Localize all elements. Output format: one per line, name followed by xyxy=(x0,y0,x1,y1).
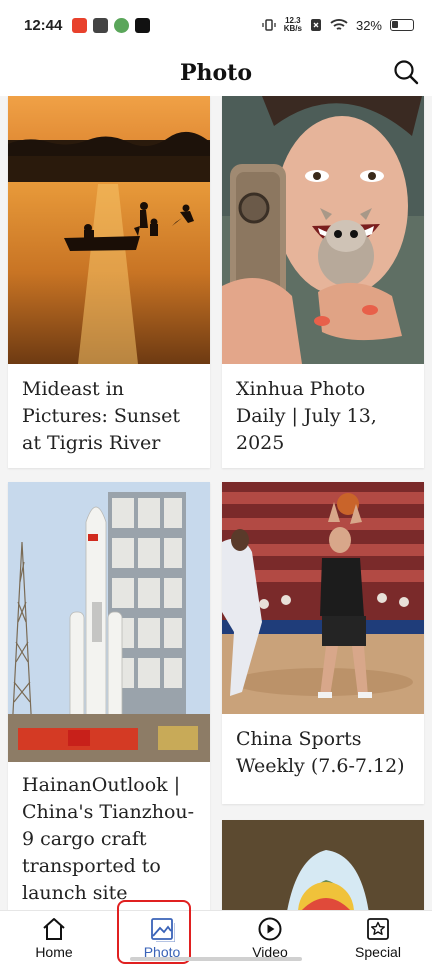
battery-icon xyxy=(390,19,414,31)
rocket-launch-tower-photo xyxy=(8,482,210,762)
notification-icons xyxy=(72,17,151,33)
card-caption: Xinhua Photo Daily | July 13, 2025 xyxy=(236,378,377,454)
basketball-player-photo xyxy=(222,482,424,714)
woman-with-sugar-glider-photo xyxy=(222,96,424,364)
app-notification-icon xyxy=(72,17,88,33)
tiktok-notification-icon xyxy=(135,17,151,33)
card-caption: Mideast in Pictures: Sunset at Tigris Ri… xyxy=(22,378,181,454)
nav-special-label: Special xyxy=(355,943,401,960)
app-notification-icon xyxy=(114,17,130,33)
nav-special[interactable]: Special xyxy=(324,911,432,964)
star-icon xyxy=(367,917,389,940)
nav-home-label: Home xyxy=(35,943,73,960)
photo-card[interactable] xyxy=(222,820,424,910)
battery-percent: 32% xyxy=(355,17,382,33)
system-status: 12.3 KB/s 32% xyxy=(262,17,414,33)
nav-home[interactable]: Home xyxy=(0,911,108,964)
card-caption: China Sports Weekly (7.6-7.12) xyxy=(236,728,405,777)
wifi-icon xyxy=(330,19,348,30)
mail-notification-icon xyxy=(93,17,109,33)
photo-icon xyxy=(151,917,175,942)
photo-card[interactable]: Xinhua Photo Daily | July 13, 2025 xyxy=(222,96,424,468)
network-speed: 12.3 KB/s xyxy=(284,17,302,33)
status-bar: 12:44 12.3 KB/s 32% xyxy=(0,0,432,50)
hot-air-balloon-cave-photo xyxy=(222,820,424,910)
play-icon xyxy=(258,917,282,940)
photo-card[interactable]: HainanOutlook | China's Tianzhou-9 cargo… xyxy=(8,482,210,910)
photo-card[interactable]: China Sports Weekly (7.6-7.12) xyxy=(222,482,424,804)
sunset-river-photo xyxy=(8,96,210,364)
search-icon[interactable] xyxy=(392,58,420,86)
card-caption: HainanOutlook | China's Tianzhou-9 cargo… xyxy=(22,774,195,904)
home-icon xyxy=(43,917,65,940)
photo-card[interactable]: Mideast in Pictures: Sunset at Tigris Ri… xyxy=(8,96,210,468)
photo-feed[interactable]: Mideast in Pictures: Sunset at Tigris Ri… xyxy=(0,96,432,910)
sim-icon xyxy=(310,19,321,31)
top-bar: Photo xyxy=(0,50,432,96)
bottom-navigation: Home Photo Video Special xyxy=(0,910,432,964)
home-indicator[interactable] xyxy=(130,957,302,961)
speed-unit: KB/s xyxy=(283,24,302,33)
page-title: Photo xyxy=(179,60,253,86)
vibrate-icon xyxy=(262,19,276,31)
status-time: 12:44 xyxy=(24,16,63,34)
